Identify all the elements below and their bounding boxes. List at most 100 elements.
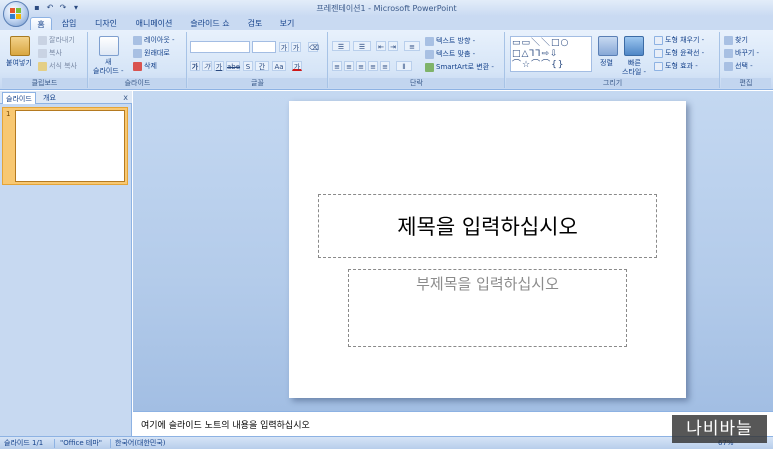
replace-icon xyxy=(724,48,733,58)
group-slides: 새 슬라이드 - 레이아웃 - 원래대로 삭제 슬라이드 xyxy=(89,32,187,88)
slides-pane: 슬라이드 개요 x 1 xyxy=(0,91,132,436)
group-label-slides: 슬라이드 xyxy=(89,78,186,88)
align-text-button[interactable]: 텍스트 맞춤 - xyxy=(425,49,475,59)
smartart-icon xyxy=(425,62,434,72)
text-direction-button[interactable]: 텍스트 방향 - xyxy=(425,36,475,46)
status-language[interactable]: 한국어(대한민국) xyxy=(115,438,166,449)
format-painter-button[interactable]: 서식 복사 xyxy=(38,61,77,71)
decrease-indent-button[interactable]: ⇤ xyxy=(376,41,386,51)
slide-canvas[interactable]: 제목을 입력하십시오 부제목을 입력하십시오 xyxy=(289,101,686,398)
office-button[interactable] xyxy=(3,1,29,27)
layout-button[interactable]: 레이아웃 - xyxy=(133,35,175,45)
quick-styles-dropdown[interactable]: 스타일 - xyxy=(622,67,646,77)
delete-icon xyxy=(133,61,142,71)
italic-button[interactable]: 가 xyxy=(202,61,212,71)
tab-slideshow[interactable]: 슬라이드 쇼 xyxy=(186,17,234,30)
tab-animation[interactable]: 애니메이션 xyxy=(132,17,176,30)
columns-button[interactable]: ⫴ xyxy=(396,61,412,71)
shadow-button[interactable]: S xyxy=(243,61,253,71)
scissors-icon xyxy=(38,35,47,45)
shape-fill-button[interactable]: 도형 채우기 - xyxy=(654,35,704,45)
align-right-button[interactable]: ≡ xyxy=(356,61,366,71)
group-label-drawing: 그리기 xyxy=(506,78,719,88)
replace-button[interactable]: 바꾸기 - xyxy=(724,48,759,58)
slide-thumbnail[interactable] xyxy=(15,110,125,182)
text-direction-icon xyxy=(425,36,434,46)
paste-button[interactable]: 붙여넣기 xyxy=(6,58,32,68)
arrange-icon[interactable] xyxy=(598,36,618,56)
align-left-button[interactable]: ≡ xyxy=(332,61,342,71)
bold-button[interactable]: 가 xyxy=(190,61,200,71)
group-drawing: ▭▭＼＼□○ □△⅂⅂⇨⇩ ⌒☆⌒⌒{} 정렬 빠른 스타일 - 도형 채우기 - … xyxy=(506,32,720,88)
distribute-button[interactable]: ≡ xyxy=(380,61,390,71)
status-bar: 슬라이드 1/1 "Office 테마" 한국어(대한민국) 67% xyxy=(0,436,773,449)
numbering-button[interactable]: ☰ xyxy=(353,41,371,51)
slide-editing-area: 제목을 입력하십시오 부제목을 입력하십시오 xyxy=(133,91,773,411)
find-button[interactable]: 찾기 xyxy=(724,35,748,45)
group-paragraph: ☰ ☰ ⇤ ⇥ ≡ ≡ ≡ ≡ ≡ ≡ ⫴ 텍스트 방향 - 텍스트 맞춤 - … xyxy=(329,32,505,88)
font-name-field[interactable] xyxy=(190,41,250,53)
shape-outline-button[interactable]: 도형 윤곽선 - xyxy=(654,48,704,58)
shrink-font-button[interactable]: 가 xyxy=(291,42,301,52)
grow-font-button[interactable]: 가 xyxy=(279,42,289,52)
font-color-button[interactable]: 가 xyxy=(292,61,302,71)
slide-thumbnail-selected[interactable]: 1 xyxy=(2,107,128,185)
font-size-field[interactable] xyxy=(252,41,276,53)
title-bar: ▪ ↶ ↷ ▾ 프레젠테이션1 - Microsoft PowerPoint xyxy=(0,0,773,16)
status-slide-count: 슬라이드 1/1 xyxy=(4,439,44,447)
slide-number: 1 xyxy=(6,110,11,118)
shapes-gallery[interactable]: ▭▭＼＼□○ □△⅂⅂⇨⇩ ⌒☆⌒⌒{} xyxy=(510,36,592,72)
subtitle-placeholder[interactable]: 부제목을 입력하십시오 xyxy=(348,269,627,347)
underline-button[interactable]: 가 xyxy=(214,61,224,71)
ribbon: 붙여넣기 잘라내기 복사 서식 복사 클립보드 새 슬라이드 - 레이아웃 - … xyxy=(0,30,773,90)
increase-indent-button[interactable]: ⇥ xyxy=(388,41,398,51)
tab-slides-pane[interactable]: 슬라이드 xyxy=(2,92,36,104)
group-font: 가 가 ⌫ 가 가 가 abe S 간 Aa 가 글꼴 xyxy=(188,32,328,88)
tab-review[interactable]: 검토 xyxy=(244,17,266,30)
notes-placeholder[interactable]: 여기에 슬라이드 노트의 내용을 입력하십시오 xyxy=(141,418,310,431)
new-slide-icon[interactable] xyxy=(99,36,119,56)
quick-styles-icon[interactable] xyxy=(624,36,644,56)
tab-insert[interactable]: 삽입 xyxy=(58,17,80,30)
status-theme: "Office 테마" xyxy=(60,439,102,447)
outline-icon xyxy=(654,48,663,58)
cut-button[interactable]: 잘라내기 xyxy=(38,35,75,45)
binoculars-icon xyxy=(724,35,733,45)
arrange-button[interactable]: 정렬 xyxy=(600,58,613,68)
group-editing: 찾기 바꾸기 - 선택 - 편집 xyxy=(721,32,771,88)
close-icon[interactable]: x xyxy=(123,92,128,103)
layout-icon xyxy=(133,35,142,45)
change-case-button[interactable]: Aa xyxy=(272,61,286,71)
bullets-button[interactable]: ☰ xyxy=(332,41,350,51)
window-title: 프레젠테이션1 - Microsoft PowerPoint xyxy=(316,4,457,13)
status-divider xyxy=(54,439,55,448)
paste-icon[interactable] xyxy=(10,36,30,56)
strikethrough-button[interactable]: abe xyxy=(226,61,240,71)
tab-outline-pane[interactable]: 개요 xyxy=(40,92,59,104)
tab-design[interactable]: 디자인 xyxy=(90,17,122,30)
tab-view[interactable]: 보기 xyxy=(276,17,298,30)
shape-effects-button[interactable]: 도형 효과 - xyxy=(654,61,698,71)
smartart-button[interactable]: SmartArt로 변환 - xyxy=(425,62,494,72)
new-slide-dropdown[interactable]: 슬라이드 - xyxy=(93,66,124,76)
reset-button[interactable]: 원래대로 xyxy=(133,48,170,58)
align-center-button[interactable]: ≡ xyxy=(344,61,354,71)
group-label-paragraph: 단락 xyxy=(329,78,504,88)
tab-home[interactable]: 홈 xyxy=(30,17,52,30)
group-label-clipboard: 클립보드 xyxy=(2,78,87,88)
char-spacing-button[interactable]: 간 xyxy=(255,61,269,71)
office-logo-icon xyxy=(10,8,22,20)
clear-format-button[interactable]: ⌫ xyxy=(308,42,319,52)
title-placeholder[interactable]: 제목을 입력하십시오 xyxy=(318,194,657,258)
status-divider xyxy=(110,439,111,448)
delete-slide-button[interactable]: 삭제 xyxy=(133,61,157,71)
align-text-icon xyxy=(425,49,434,59)
justify-button[interactable]: ≡ xyxy=(368,61,378,71)
line-spacing-button[interactable]: ≡ xyxy=(404,41,420,51)
group-label-editing: 편집 xyxy=(721,78,771,88)
fill-icon xyxy=(654,35,663,45)
group-clipboard: 붙여넣기 잘라내기 복사 서식 복사 클립보드 xyxy=(2,32,88,88)
ribbon-tabs: 홈 삽입 디자인 애니메이션 슬라이드 쇼 검토 보기 xyxy=(0,16,773,30)
copy-button[interactable]: 복사 xyxy=(38,48,62,58)
select-button[interactable]: 선택 - xyxy=(724,61,753,71)
